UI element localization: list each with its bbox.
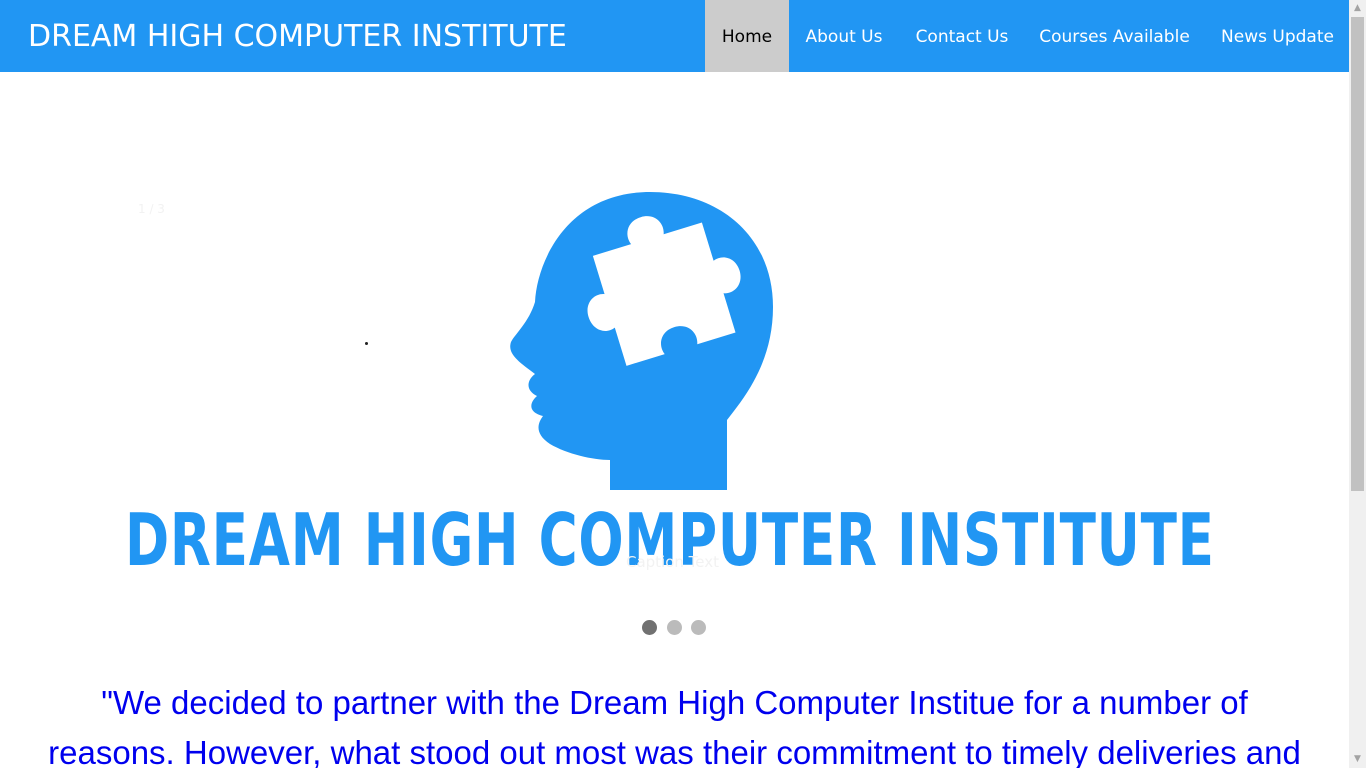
slide-dot-3[interactable]	[691, 620, 706, 635]
slide-number-text: 1 / 3	[138, 202, 165, 216]
arrow-down-icon[interactable]: ▼	[1349, 751, 1366, 768]
vertical-scrollbar[interactable]: ▲ ▼	[1349, 0, 1366, 768]
site-title: DREAM HIGH COMPUTER INSTITUTE	[28, 19, 567, 54]
slideshow: 1 / 3 DREAM HIGH COMPUTER INSTITUTE Capt…	[125, 192, 1220, 585]
nav-home[interactable]: Home	[705, 0, 789, 72]
slide-banner-text: DREAM HIGH COMPUTER INSTITUTE	[125, 498, 1215, 582]
nav-contact-us[interactable]: Contact Us	[907, 0, 1017, 72]
slide-dot-2[interactable]	[667, 620, 682, 635]
head-puzzle-icon	[510, 192, 773, 490]
arrow-up-icon[interactable]: ▲	[1349, 0, 1366, 17]
image-speck	[365, 342, 368, 345]
slide-dot-1[interactable]	[642, 620, 657, 635]
slide-caption: Caption Text	[625, 553, 720, 571]
testimonial-quote: "We decided to partner with the Dream Hi…	[0, 678, 1349, 768]
nav-courses-available[interactable]: Courses Available	[1032, 0, 1197, 72]
top-navigation-bar: DREAM HIGH COMPUTER INSTITUTE Home About…	[0, 0, 1349, 72]
nav-about-us[interactable]: About Us	[797, 0, 891, 72]
quote-line-1: "We decided to partner with the Dream Hi…	[101, 684, 1248, 721]
quote-line-2: reasons. However, what stood out most wa…	[48, 734, 1301, 768]
scrollbar-thumb[interactable]	[1351, 17, 1364, 491]
nav-news-update[interactable]: News Update	[1212, 0, 1343, 72]
